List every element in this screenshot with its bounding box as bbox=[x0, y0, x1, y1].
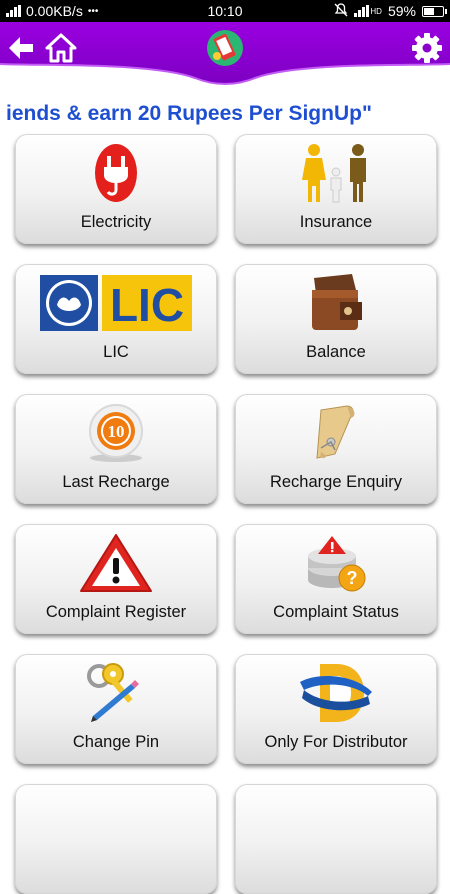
tile-label: LIC bbox=[103, 343, 129, 361]
notification-dots: ••• bbox=[87, 5, 99, 17]
complaint-register-button[interactable]: Complaint Register bbox=[15, 524, 217, 634]
status-bar: 0.00KB/s ••• 10:10 HD 59% bbox=[0, 0, 450, 22]
recharge-enquiry-button[interactable]: Recharge Enquiry bbox=[235, 394, 437, 504]
arrow-left-icon bbox=[9, 37, 33, 59]
insurance-button[interactable]: Insurance bbox=[235, 134, 437, 244]
network-speed: 0.00KB/s bbox=[26, 3, 83, 19]
battery-percent: 59% bbox=[387, 3, 416, 19]
signal-icon bbox=[6, 5, 21, 17]
battery-icon bbox=[422, 5, 447, 17]
database-question-icon: ? bbox=[235, 532, 437, 594]
complaint-status-button[interactable]: ? Complaint Status bbox=[235, 524, 437, 634]
warning-icon bbox=[15, 532, 217, 594]
tile-label: Insurance bbox=[299, 213, 373, 231]
keys-pencil-icon bbox=[15, 662, 217, 724]
back-button[interactable] bbox=[6, 28, 36, 68]
app-logo bbox=[204, 26, 246, 70]
lic-logo-text: LIC bbox=[110, 279, 184, 331]
tile-label: Balance bbox=[306, 343, 366, 361]
lic-logo-icon: LIC bbox=[15, 268, 217, 338]
home-icon bbox=[45, 33, 77, 63]
home-button[interactable] bbox=[44, 28, 78, 68]
tile-label: Last Recharge bbox=[62, 473, 170, 491]
tile-label: Recharge Enquiry bbox=[269, 473, 403, 491]
family-icon bbox=[235, 142, 437, 204]
electricity-button[interactable]: Electricity bbox=[15, 134, 217, 244]
mute-icon bbox=[334, 2, 348, 20]
receipt-scroll-icon bbox=[235, 402, 437, 464]
volte-icon: HD bbox=[354, 5, 382, 17]
balance-button[interactable]: Balance bbox=[235, 264, 437, 374]
tile-label: Change Pin bbox=[72, 733, 160, 751]
number-badge-icon: 10 bbox=[15, 402, 217, 464]
more-service-button[interactable] bbox=[235, 784, 437, 894]
electric-plug-icon bbox=[15, 142, 217, 204]
change-pin-button[interactable]: Change Pin bbox=[15, 654, 217, 764]
svg-text:?: ? bbox=[347, 568, 358, 588]
distributor-d-icon bbox=[235, 662, 437, 724]
tile-label: Complaint Status bbox=[273, 603, 399, 621]
settings-button[interactable] bbox=[408, 28, 446, 68]
tile-label: Complaint Register bbox=[45, 603, 187, 621]
last-recharge-button[interactable]: 10 Last Recharge bbox=[15, 394, 217, 504]
recharge-app-logo-icon bbox=[207, 30, 243, 66]
app-header bbox=[0, 22, 450, 92]
gear-icon bbox=[412, 33, 442, 63]
wallet-icon bbox=[235, 272, 437, 334]
lic-button[interactable]: LIC LIC bbox=[15, 264, 217, 374]
more-service-button[interactable] bbox=[15, 784, 217, 894]
tile-label: Only For Distributor bbox=[264, 733, 408, 751]
tile-label: Electricity bbox=[80, 213, 152, 231]
scrolling-announcement: iends & earn 20 Rupees Per SignUp" bbox=[6, 102, 372, 125]
only-for-distributor-button[interactable]: Only For Distributor bbox=[235, 654, 437, 764]
badge-number: 10 bbox=[108, 422, 125, 441]
